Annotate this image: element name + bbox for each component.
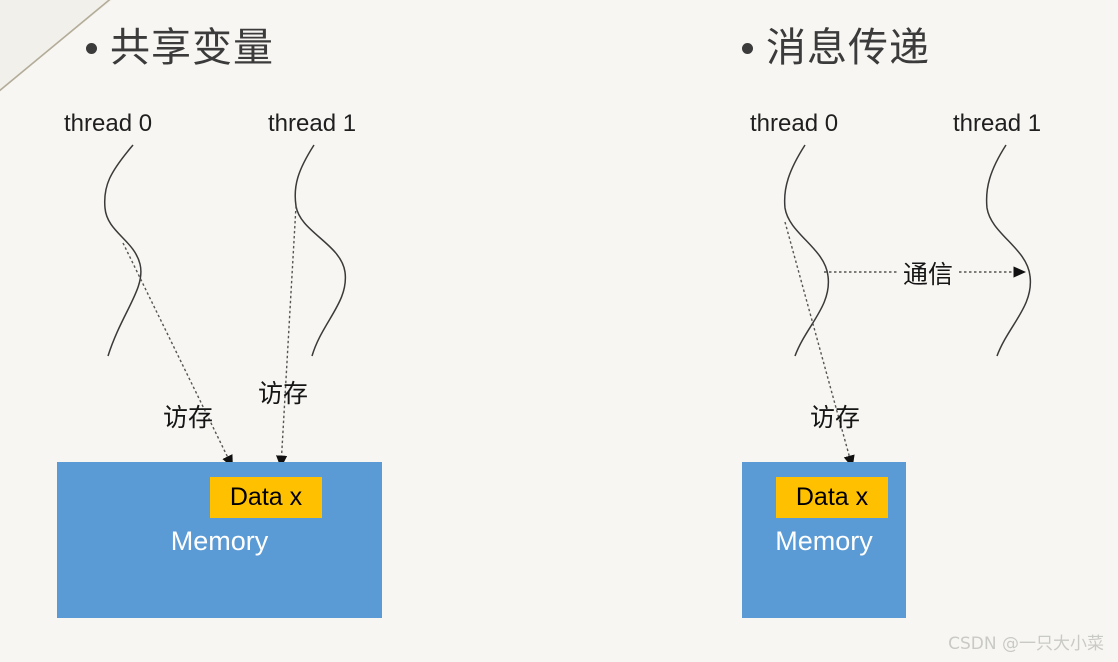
- heading-label: 消息传递: [766, 25, 930, 71]
- data-x-box-right: Data x: [776, 477, 888, 518]
- memory-box-left: Data x Memory: [57, 462, 382, 618]
- panel-heading-message-passing: 消息传递: [742, 28, 930, 68]
- thread-label-right-0: thread 0: [750, 110, 839, 137]
- annotation-access-right-0: 访存: [810, 403, 861, 432]
- annotation-communication: 通信: [897, 255, 960, 291]
- annotation-access-left-1: 访存: [258, 379, 309, 408]
- thread-curve-left-1: [294, 144, 347, 357]
- thread-curve-right-0: [783, 144, 830, 357]
- bullet-dot-icon: [86, 42, 97, 54]
- slide-canvas: 共享变量 消息传递 thread 0 thread 1 thread 0 thr…: [0, 0, 1118, 662]
- memory-label-left: Memory: [170, 526, 269, 556]
- access-arrow-left-1: [276, 205, 297, 469]
- bullet-dot-icon: [742, 42, 753, 54]
- watermark: CSDN @一只大小菜: [948, 634, 1104, 654]
- annotation-access-left-0: 访存: [163, 403, 214, 432]
- thread-curve-left-0: [103, 144, 142, 357]
- thread-curve-right-1: [985, 144, 1032, 357]
- thread-label-right-1: thread 1: [953, 110, 1042, 137]
- memory-label-right: Memory: [775, 526, 873, 556]
- data-x-box-left: Data x: [210, 477, 322, 518]
- memory-box-right: Data x Memory: [742, 462, 906, 618]
- thread-label-left-0: thread 0: [64, 110, 153, 137]
- heading-label: 共享变量: [110, 25, 274, 71]
- panel-heading-shared-variable: 共享变量: [86, 28, 274, 68]
- thread-label-left-1: thread 1: [268, 110, 357, 137]
